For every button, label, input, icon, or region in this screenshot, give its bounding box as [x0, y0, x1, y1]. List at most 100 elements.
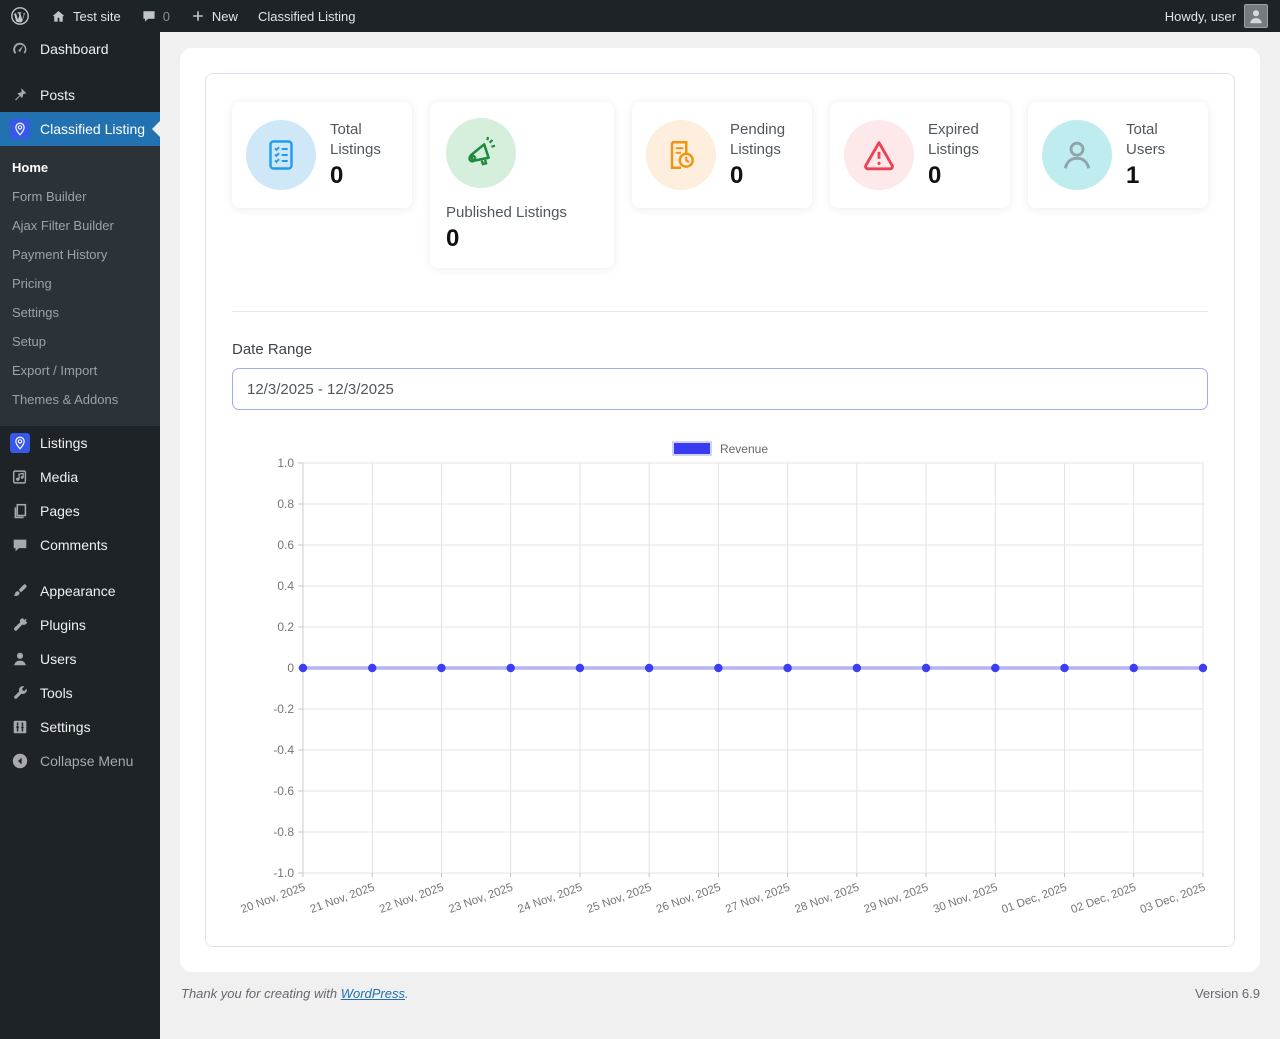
comment-count: 0 — [162, 8, 170, 24]
sidebar-label-appearance: Appearance — [40, 583, 116, 599]
plus-icon — [193, 11, 203, 21]
svg-text:0: 0 — [287, 661, 294, 675]
date-range-input[interactable] — [232, 368, 1208, 410]
submenu-item-settings[interactable]: Settings — [0, 298, 160, 327]
collapse-menu-label: Collapse Menu — [40, 753, 134, 769]
wordpress-logo-icon[interactable] — [0, 0, 40, 32]
sidebar-label-comments: Comments — [40, 537, 108, 553]
avatar[interactable] — [1244, 4, 1268, 28]
stat-value: 0 — [730, 162, 744, 190]
comments-bubble[interactable]: 0 — [131, 0, 180, 32]
svg-text:22 Nov, 2025: 22 Nov, 2025 — [378, 882, 446, 915]
footer: Thank you for creating with WordPress. V… — [160, 986, 1280, 1001]
stat-card-total-users[interactable]: Total Users 1 — [1028, 102, 1208, 208]
sidebar-label-settings: Settings — [40, 719, 91, 735]
stat-label: Total Listings — [330, 120, 381, 158]
sidebar-item-tools[interactable]: Tools — [0, 676, 160, 710]
classified-listing-icon — [10, 119, 30, 139]
sidebar-item-users[interactable]: Users — [0, 642, 160, 676]
footer-period: . — [405, 986, 409, 1001]
sidebar-label-tools: Tools — [40, 685, 73, 701]
revenue-legend-swatch — [671, 441, 712, 456]
settings-sliders-icon — [10, 717, 30, 737]
user-avatar-icon — [1250, 10, 1262, 24]
sidebar-item-classified-listing[interactable]: Classified Listing — [0, 112, 160, 146]
submenu-item-home[interactable]: Home — [0, 153, 160, 182]
pages-icon — [10, 501, 30, 521]
collapse-menu-button[interactable]: Collapse Menu — [0, 744, 160, 778]
pushpin-icon — [10, 85, 30, 105]
classified-listing-submenu: Home Form Builder Ajax Filter Builder Pa… — [0, 146, 160, 426]
stat-label: Expired Listings — [928, 120, 979, 158]
stat-card-total-listings[interactable]: Total Listings 0 — [232, 102, 412, 208]
footer-version: Version 6.9 — [1194, 986, 1260, 1001]
sidebar-label-dashboard: Dashboard — [40, 41, 109, 57]
menu-separator — [0, 66, 160, 78]
stat-label: Published Listings — [446, 204, 567, 221]
stat-value: 0 — [446, 225, 460, 253]
svg-text:01 Dec, 2025: 01 Dec, 2025 — [1000, 882, 1068, 915]
megaphone-icon — [446, 118, 516, 188]
svg-text:27 Nov, 2025: 27 Nov, 2025 — [724, 882, 792, 915]
document-clock-icon — [646, 120, 716, 190]
svg-text:30 Nov, 2025: 30 Nov, 2025 — [932, 882, 1000, 915]
svg-text:21 Nov, 2025: 21 Nov, 2025 — [309, 882, 377, 915]
stats-row: Total Listings 0 Published Listings 0 Pe… — [232, 102, 1208, 268]
listings-pin-icon — [10, 433, 30, 453]
sidebar-item-posts[interactable]: Posts — [0, 78, 160, 112]
menu-separator — [0, 562, 160, 574]
site-name-menu[interactable]: Test site — [40, 0, 131, 32]
new-menu[interactable]: New — [180, 0, 248, 32]
home-icon — [52, 10, 65, 22]
submenu-item-setup[interactable]: Setup — [0, 327, 160, 356]
svg-text:0.6: 0.6 — [277, 538, 294, 552]
sidebar-label-plugins: Plugins — [40, 617, 86, 633]
wrench-icon — [10, 683, 30, 703]
sidebar-item-listings[interactable]: Listings — [0, 426, 160, 460]
chart-legend: Revenue — [232, 441, 1208, 456]
submenu-item-form-builder[interactable]: Form Builder — [0, 182, 160, 211]
svg-text:-0.8: -0.8 — [273, 825, 294, 839]
svg-text:1.0: 1.0 — [277, 457, 294, 470]
stat-card-published-listings[interactable]: Published Listings 0 — [430, 102, 614, 268]
sidebar-item-settings[interactable]: Settings — [0, 710, 160, 744]
sidebar-item-media[interactable]: Media — [0, 460, 160, 494]
stat-card-expired-listings[interactable]: Expired Listings 0 — [830, 102, 1010, 208]
wordpress-logo-icon — [11, 7, 29, 25]
svg-text:-0.2: -0.2 — [273, 702, 294, 716]
sidebar-item-appearance[interactable]: Appearance — [0, 574, 160, 608]
admin-bar-current-page[interactable]: Classified Listing — [248, 0, 366, 32]
submenu-item-pricing[interactable]: Pricing — [0, 269, 160, 298]
sidebar-item-plugins[interactable]: Plugins — [0, 608, 160, 642]
svg-text:0.8: 0.8 — [277, 497, 294, 511]
footer-thanks-text: Thank you for creating with — [181, 986, 338, 1001]
svg-text:23 Nov, 2025: 23 Nov, 2025 — [447, 882, 515, 915]
sidebar-item-comments[interactable]: Comments — [0, 528, 160, 562]
stat-value: 0 — [928, 162, 942, 190]
section-divider — [232, 311, 1208, 312]
warning-icon — [844, 120, 914, 190]
stat-value: 0 — [330, 162, 344, 190]
submenu-item-ajax-filter-builder[interactable]: Ajax Filter Builder — [0, 211, 160, 240]
sidebar-label-pages: Pages — [40, 503, 80, 519]
revenue-line-chart: 1.0 0.8 0.6 0.4 0.2 0 -0.2 -0.4 -0.6 -0.8 -1.0 20 N… — [232, 456, 1208, 920]
stat-value: 1 — [1126, 162, 1140, 190]
submenu-item-themes-addons[interactable]: Themes & Addons — [0, 385, 160, 414]
dashboard-card: Total Listings 0 Published Listings 0 Pe… — [180, 48, 1260, 972]
submenu-item-export-import[interactable]: Export / Import — [0, 356, 160, 385]
sidebar-label-media: Media — [40, 469, 79, 485]
admin-bar: Test site 0 New Classified Listing Howdy… — [0, 0, 1280, 32]
submenu-item-payment-history[interactable]: Payment History — [0, 240, 160, 269]
greeting-text[interactable]: Howdy, user — [1165, 9, 1236, 24]
svg-text:26 Nov, 2025: 26 Nov, 2025 — [655, 882, 723, 915]
stat-card-pending-listings[interactable]: Pending Listings 0 — [632, 102, 812, 208]
main-content: Total Listings 0 Published Listings 0 Pe… — [160, 0, 1280, 1001]
dashboard-panel: Total Listings 0 Published Listings 0 Pe… — [205, 73, 1235, 947]
svg-text:03 Dec, 2025: 03 Dec, 2025 — [1139, 882, 1207, 915]
comment-bubble-icon — [143, 11, 155, 22]
svg-text:-0.4: -0.4 — [273, 743, 294, 757]
collapse-arrow-icon — [10, 751, 30, 771]
sidebar-item-pages[interactable]: Pages — [0, 494, 160, 528]
sidebar-item-dashboard[interactable]: Dashboard — [0, 32, 160, 66]
wordpress-link[interactable]: WordPress — [341, 986, 405, 1001]
